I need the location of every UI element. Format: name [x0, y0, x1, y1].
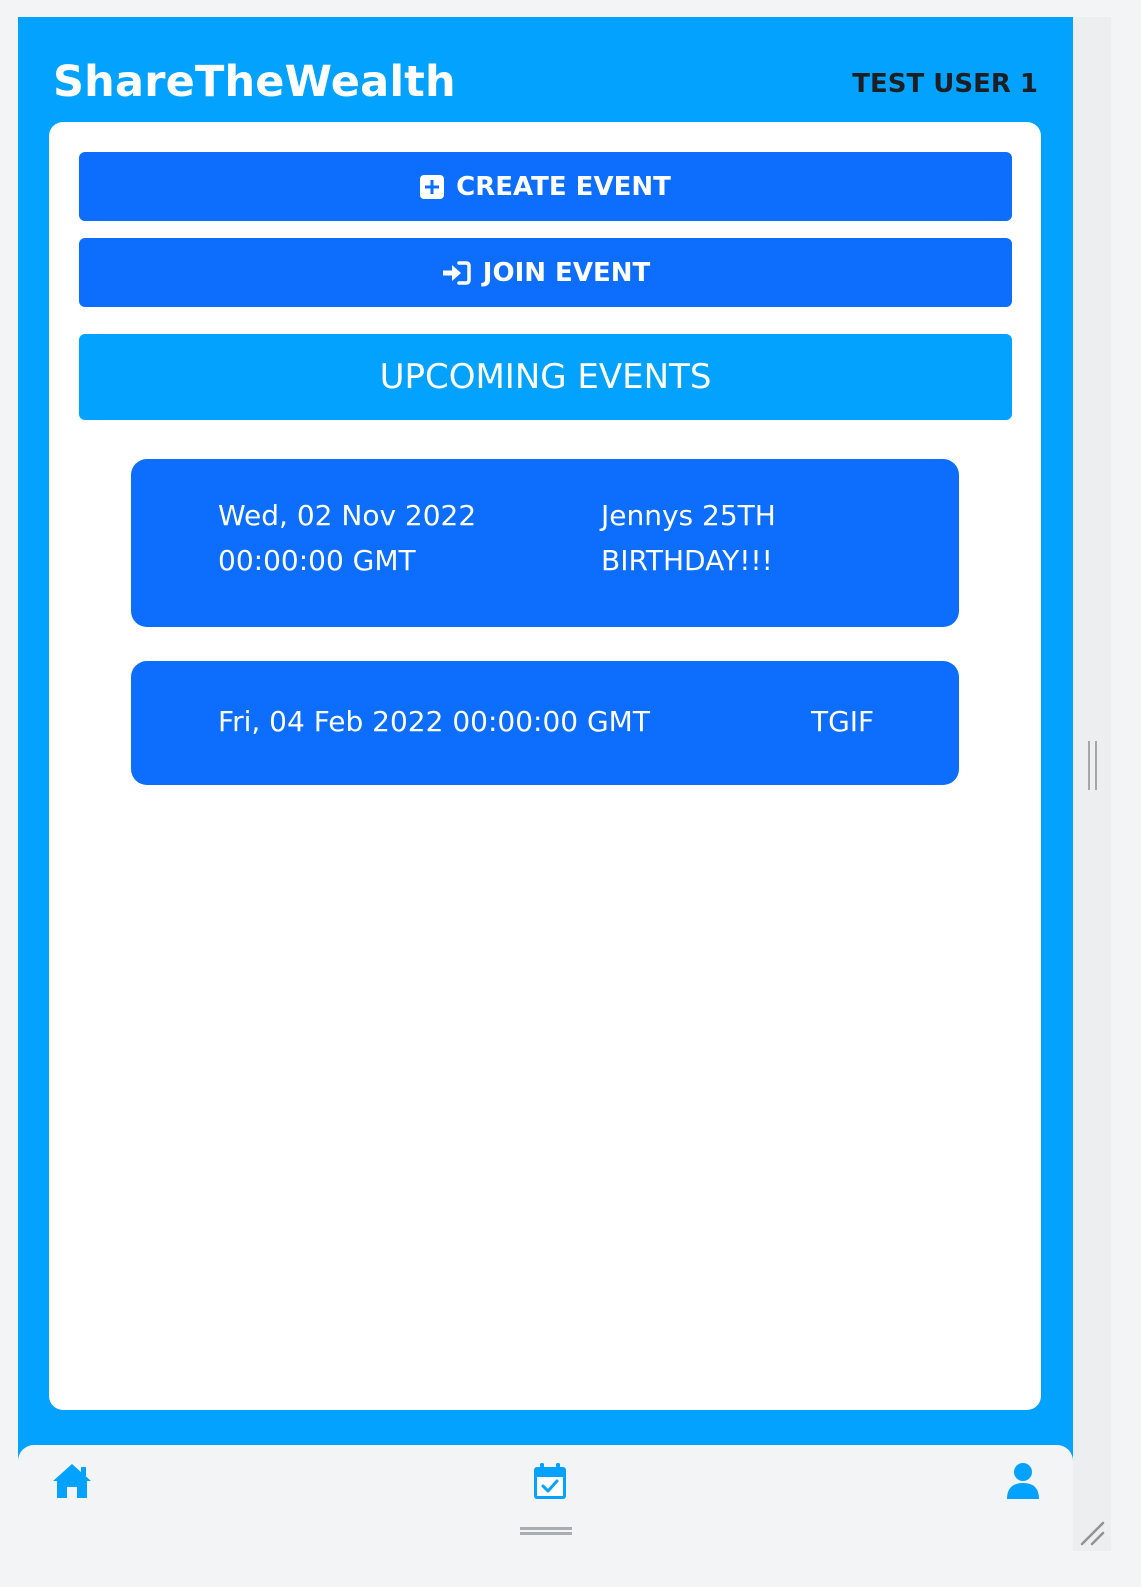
join-event-label: JOIN EVENT [482, 257, 651, 288]
event-name: TGIF [811, 705, 875, 738]
event-date: Fri, 04 Feb 2022 00:00:00 GMT [218, 705, 650, 738]
home-indicator[interactable] [520, 1527, 572, 1535]
user-icon[interactable] [1002, 1460, 1044, 1502]
event-card[interactable]: Wed, 02 Nov 2022 00:00:00 GMT Jennys 25T… [131, 459, 959, 627]
calendar-check-icon[interactable] [529, 1460, 571, 1502]
event-name: Jennys 25TH BIRTHDAY!!! [601, 499, 776, 577]
app-header: ShareTheWealth TEST USER 1 [18, 17, 1073, 122]
event-date: Wed, 02 Nov 2022 00:00:00 GMT [218, 499, 477, 577]
event-card[interactable]: Fri, 04 Feb 2022 00:00:00 GMT TGIF [131, 661, 959, 785]
create-event-label: CREATE EVENT [456, 171, 671, 202]
bottom-nav [18, 1445, 1073, 1551]
app-frame: ShareTheWealth TEST USER 1 CREATE EVENT … [18, 17, 1073, 1551]
app-title: ShareTheWealth [53, 57, 456, 107]
main-card: CREATE EVENT JOIN EVENT UPCOMING EVENTS … [49, 122, 1041, 1410]
join-event-button[interactable]: JOIN EVENT [79, 238, 1012, 307]
home-icon[interactable] [51, 1460, 93, 1502]
upcoming-events-header: UPCOMING EVENTS [79, 334, 1012, 420]
sign-in-icon [441, 260, 471, 285]
plus-square-icon [420, 174, 445, 199]
resize-grip-icon[interactable] [1078, 1519, 1106, 1547]
drag-handle[interactable] [1088, 741, 1097, 790]
create-event-button[interactable]: CREATE EVENT [79, 152, 1012, 221]
user-name[interactable]: TEST USER 1 [852, 69, 1038, 99]
